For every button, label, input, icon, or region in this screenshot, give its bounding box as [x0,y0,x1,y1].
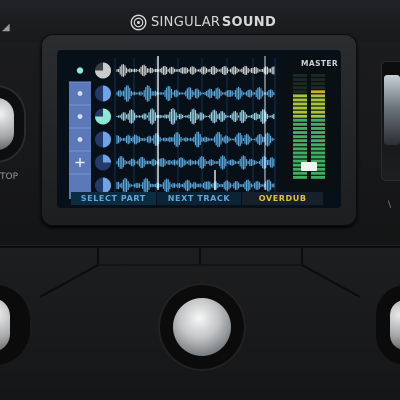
meter-segment [311,114,325,118]
meter-segment [293,155,307,159]
meter-segment [293,114,307,118]
meter-segment [311,94,325,98]
master-fader-handle [301,162,317,171]
meter-segment [311,118,325,122]
meter-segment [311,155,325,159]
track-pie-fill [103,154,111,163]
right-glass-slider[interactable] [381,61,400,181]
track-pie-fill [103,85,111,102]
meter-segment [293,82,307,86]
meter-segment [311,139,325,143]
touch-screen[interactable]: MASTER [57,50,341,208]
brand: SINGULAR SOUND [130,12,276,32]
brand-name: SINGULAR SOUND [151,15,276,30]
overdub-button[interactable]: OVERDUB [242,192,323,205]
meter-segment [311,82,325,86]
part-dot-icon [77,114,83,119]
waveform [116,177,275,194]
meter-segment [311,98,325,102]
meter-segment [293,102,307,106]
meter-segment [311,171,325,175]
meter-segment [293,106,307,110]
right-glass-reflection [384,75,400,145]
meter-segment [293,74,307,77]
meter-segment [311,86,325,90]
select-part-button[interactable]: SELECT PART [71,192,156,205]
part-active-dot-icon [76,67,84,74]
screen-footer: SELECT PART NEXT TRACK OVERDUB [71,192,323,205]
waveform [116,85,275,102]
waveform [116,131,275,148]
meter-segment [311,106,325,110]
meter-segment [311,131,325,134]
meter-segment [311,74,325,77]
meter-segment [293,143,307,147]
meter-segment [293,86,307,90]
waveform [116,108,275,125]
meter-segment [311,110,325,114]
meter-segment [293,151,307,155]
meter-segment [311,151,325,155]
brand-name-bold: SOUND [221,14,277,30]
meter-segment [293,171,307,175]
meter-segment [293,94,307,98]
meter-segment [293,118,307,122]
meter-segment [311,175,325,179]
meter-segment [293,90,307,94]
meter-segment [293,98,307,102]
meter-segment [293,110,307,114]
master-label: MASTER [301,59,338,68]
meter-segment [293,122,307,126]
meter-segment [311,127,325,130]
meter-segment [311,78,325,81]
part-dot-icon [77,137,83,142]
meter-segment [311,143,325,147]
meter-segment [293,147,307,151]
footswitch-right[interactable] [390,300,400,350]
meter-segment [311,102,325,106]
next-track-button[interactable]: NEXT TRACK [156,192,242,205]
meter-segment [293,175,307,179]
waveform [116,64,275,77]
brand-name-light: SINGULAR [151,14,221,30]
left-knob-label: TOP [0,172,19,182]
part-dot-icon [77,91,83,96]
screen-graphics: MASTER [69,56,339,199]
track-pie-fill [103,131,111,148]
meter-segment [311,122,325,126]
meter-segment [311,90,325,94]
pedal-device: ◢ SINGULAR SOUND TOP \ MASTER SELECT PAR… [0,0,400,400]
meter-segment [311,135,325,139]
waveform [116,155,275,170]
meter-segment [293,127,307,130]
right-label: \ [388,200,392,210]
corner-mark: ◢ [2,22,10,33]
meter-segment [311,147,325,151]
meter-segment [293,131,307,134]
meter-segment [293,139,307,143]
footswitch-center[interactable] [173,298,231,356]
meter-segment [293,135,307,139]
singular-sound-logo-icon [130,14,147,30]
meter-segment [293,78,307,81]
